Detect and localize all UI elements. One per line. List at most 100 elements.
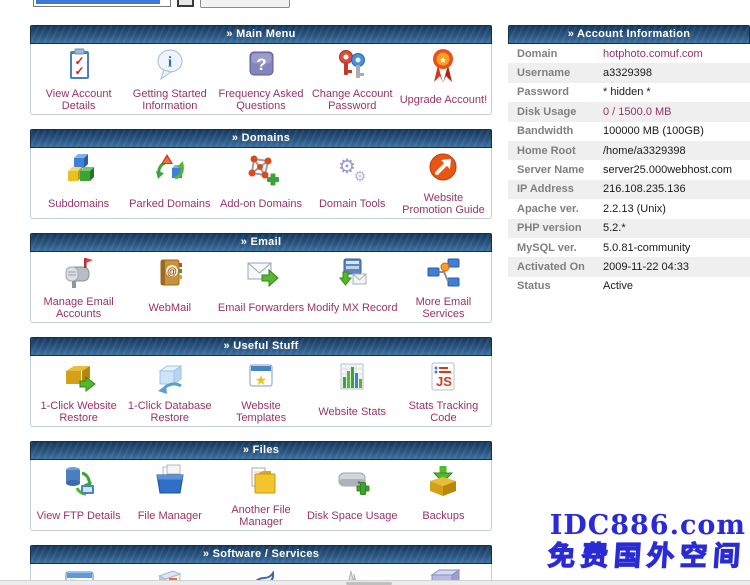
section-files: » FilesView FTP DetailsFile ManagerAnoth… (30, 441, 492, 531)
faq-question-icon: ? (241, 45, 281, 87)
menu-item-label: Domain Tools (319, 191, 385, 217)
menu-item-disk-space-usage[interactable]: Disk Space Usage (307, 461, 398, 529)
menu-item-view-ftp-details[interactable]: View FTP Details (33, 461, 124, 529)
svg-text:★: ★ (439, 55, 447, 65)
account-row-username: Usernamea3329398 (508, 63, 750, 82)
menu-item-label: Subdomains (48, 191, 109, 217)
account-row-label: Status (508, 280, 603, 292)
change-password-keys-icon (332, 45, 372, 87)
account-row-domain: Domainhotphoto.comuf.com (508, 44, 750, 63)
section-main-menu: » Main Menu✓✓View Account DetailsiGettin… (30, 25, 492, 115)
domain-select-input[interactable] (33, 0, 171, 7)
menu-item-upgrade-account[interactable]: ★ Upgrade Account! (398, 45, 489, 113)
section-header: » Main Menu (30, 25, 492, 44)
menu-item-label: Frequency Asked Questions (215, 87, 306, 113)
menu-item-another-file-manager[interactable]: Another File Manager (215, 461, 306, 529)
svg-text:@: @ (167, 267, 177, 278)
section-body: View FTP Details File Manager Another File… (30, 460, 492, 531)
menu-item-website-stats[interactable]: Website Stats (307, 357, 398, 425)
section-body: 1-Click Website Restore1-Click Database … (30, 356, 492, 427)
account-row-value: Active (603, 280, 633, 292)
file-manager-folder-icon (150, 461, 190, 503)
parked-domains-icon (150, 149, 190, 191)
js-tracking-code-icon: JS (423, 357, 463, 399)
menu-item-frequency-asked-questions[interactable]: ?Frequency Asked Questions (215, 45, 306, 113)
menu-item-label: Upgrade Account! (400, 87, 487, 113)
section-header: » Email (30, 233, 492, 252)
account-row-label: Disk Usage (508, 106, 603, 118)
menu-item-email-forwarders[interactable]: Email Forwarders (215, 253, 306, 321)
menu-item-label: 1-Click Website Restore (33, 399, 124, 425)
section-domains: » Domains Subdomains Parked Domains Add-on … (30, 129, 492, 219)
section-header: » Software / Services (30, 545, 492, 564)
cpanel-page: Create New » Main Menu✓✓View Account Det… (0, 0, 750, 585)
account-row-label: IP Address (508, 183, 603, 195)
menu-item-label: 1-Click Database Restore (124, 399, 215, 425)
email-services-chart-icon (423, 253, 463, 295)
menu-item-add-on-domains[interactable]: Add-on Domains (215, 149, 306, 217)
menu-item-domain-tools[interactable]: ⚙⚙Domain Tools (307, 149, 398, 217)
account-row-label: Bandwidth (508, 125, 603, 137)
account-row-label: MySQL ver. (508, 242, 603, 254)
menu-item-getting-started-information[interactable]: iGetting Started Information (124, 45, 215, 113)
menu-item-subdomains[interactable]: Subdomains (33, 149, 124, 217)
mailbox-icon (59, 253, 99, 295)
section-header: » Domains (30, 129, 492, 148)
horizontal-scrollbar[interactable] (0, 580, 750, 585)
menu-item-stats-tracking-code[interactable]: JSStats Tracking Code (398, 357, 489, 425)
menu-item-manage-email-accounts[interactable]: Manage Email Accounts (33, 253, 124, 321)
account-row-server-name: Server Nameserver25.000webhost.com (508, 160, 750, 179)
create-new-button[interactable]: Create New (200, 0, 290, 8)
account-row-value[interactable]: hotphoto.comuf.com (603, 48, 703, 60)
account-row-value: * hidden * (603, 86, 651, 98)
menu-item-label: File Manager (138, 503, 202, 529)
menu-item-website-templates[interactable]: ★Website Templates (215, 357, 306, 425)
selected-text-highlight (36, 0, 160, 4)
menu-item-label: WebMail (149, 295, 192, 321)
section-email: » EmailManage Email Accounts @ WebMail Emai… (30, 233, 492, 323)
menu-item-label: Disk Space Usage (307, 503, 398, 529)
menu-item-1-click-database-restore[interactable]: 1-Click Database Restore (124, 357, 215, 425)
account-row-label: Home Root (508, 145, 603, 157)
svg-text:✓: ✓ (74, 64, 84, 78)
account-row-value: server25.000webhost.com (603, 164, 732, 176)
menu-item-view-account-details[interactable]: ✓✓View Account Details (33, 45, 124, 113)
disk-drive-plus-icon (332, 461, 372, 503)
view-account-details-icon: ✓✓ (59, 45, 99, 87)
menu-item-1-click-website-restore[interactable]: 1-Click Website Restore (33, 357, 124, 425)
go-button[interactable] (177, 0, 194, 7)
menu-item-backups[interactable]: Backups (398, 461, 489, 529)
database-restore-cube-icon (150, 357, 190, 399)
svg-text:⚙: ⚙ (354, 168, 367, 184)
section-software-services: » Software / Servicesphpphp (30, 545, 492, 585)
backups-box-arrow-icon (423, 461, 463, 503)
account-row-label: Apache ver. (508, 203, 603, 215)
account-row-label: Domain (508, 48, 603, 60)
menu-item-change-account-password[interactable]: Change Account Password (307, 45, 398, 113)
menu-item-label: Website Promotion Guide (398, 191, 489, 217)
menu-item-file-manager[interactable]: File Manager (124, 461, 215, 529)
stats-bars-icon (332, 357, 372, 399)
ftp-server-sync-icon (59, 461, 99, 503)
watermark: IDC886.com 免费国外空间 (548, 511, 746, 573)
menu-item-more-email-services[interactable]: More Email Services (398, 253, 489, 321)
account-row-label: Server Name (508, 164, 603, 176)
menu-sections-column: » Main Menu✓✓View Account DetailsiGettin… (30, 25, 492, 585)
menu-item-label: More Email Services (398, 295, 489, 321)
menu-item-parked-domains[interactable]: Parked Domains (124, 149, 215, 217)
yellow-folder-doc-icon (241, 461, 281, 503)
account-row-value[interactable]: 0 / 1500.0 MB (603, 106, 672, 118)
menu-item-label: Parked Domains (129, 191, 210, 217)
menu-item-label: Backups (422, 503, 464, 529)
menu-item-label: Add-on Domains (220, 191, 302, 217)
svg-text:JS: JS (436, 374, 452, 389)
account-row-label: Activated On (508, 261, 603, 273)
section-body: SubdomainsParked DomainsAdd-on Domains⚙⚙… (30, 148, 492, 219)
menu-item-webmail[interactable]: @ WebMail (124, 253, 215, 321)
account-row-php-version: PHP version5.2.* (508, 219, 750, 238)
addon-domains-icon (241, 149, 281, 191)
account-info-rows: Domainhotphoto.comuf.comUsernamea3329398… (508, 44, 750, 296)
menu-item-modify-mx-record[interactable]: Modify MX Record (307, 253, 398, 321)
menu-item-website-promotion-guide[interactable]: Website Promotion Guide (398, 149, 489, 217)
upgrade-ribbon-icon: ★ (423, 45, 463, 87)
